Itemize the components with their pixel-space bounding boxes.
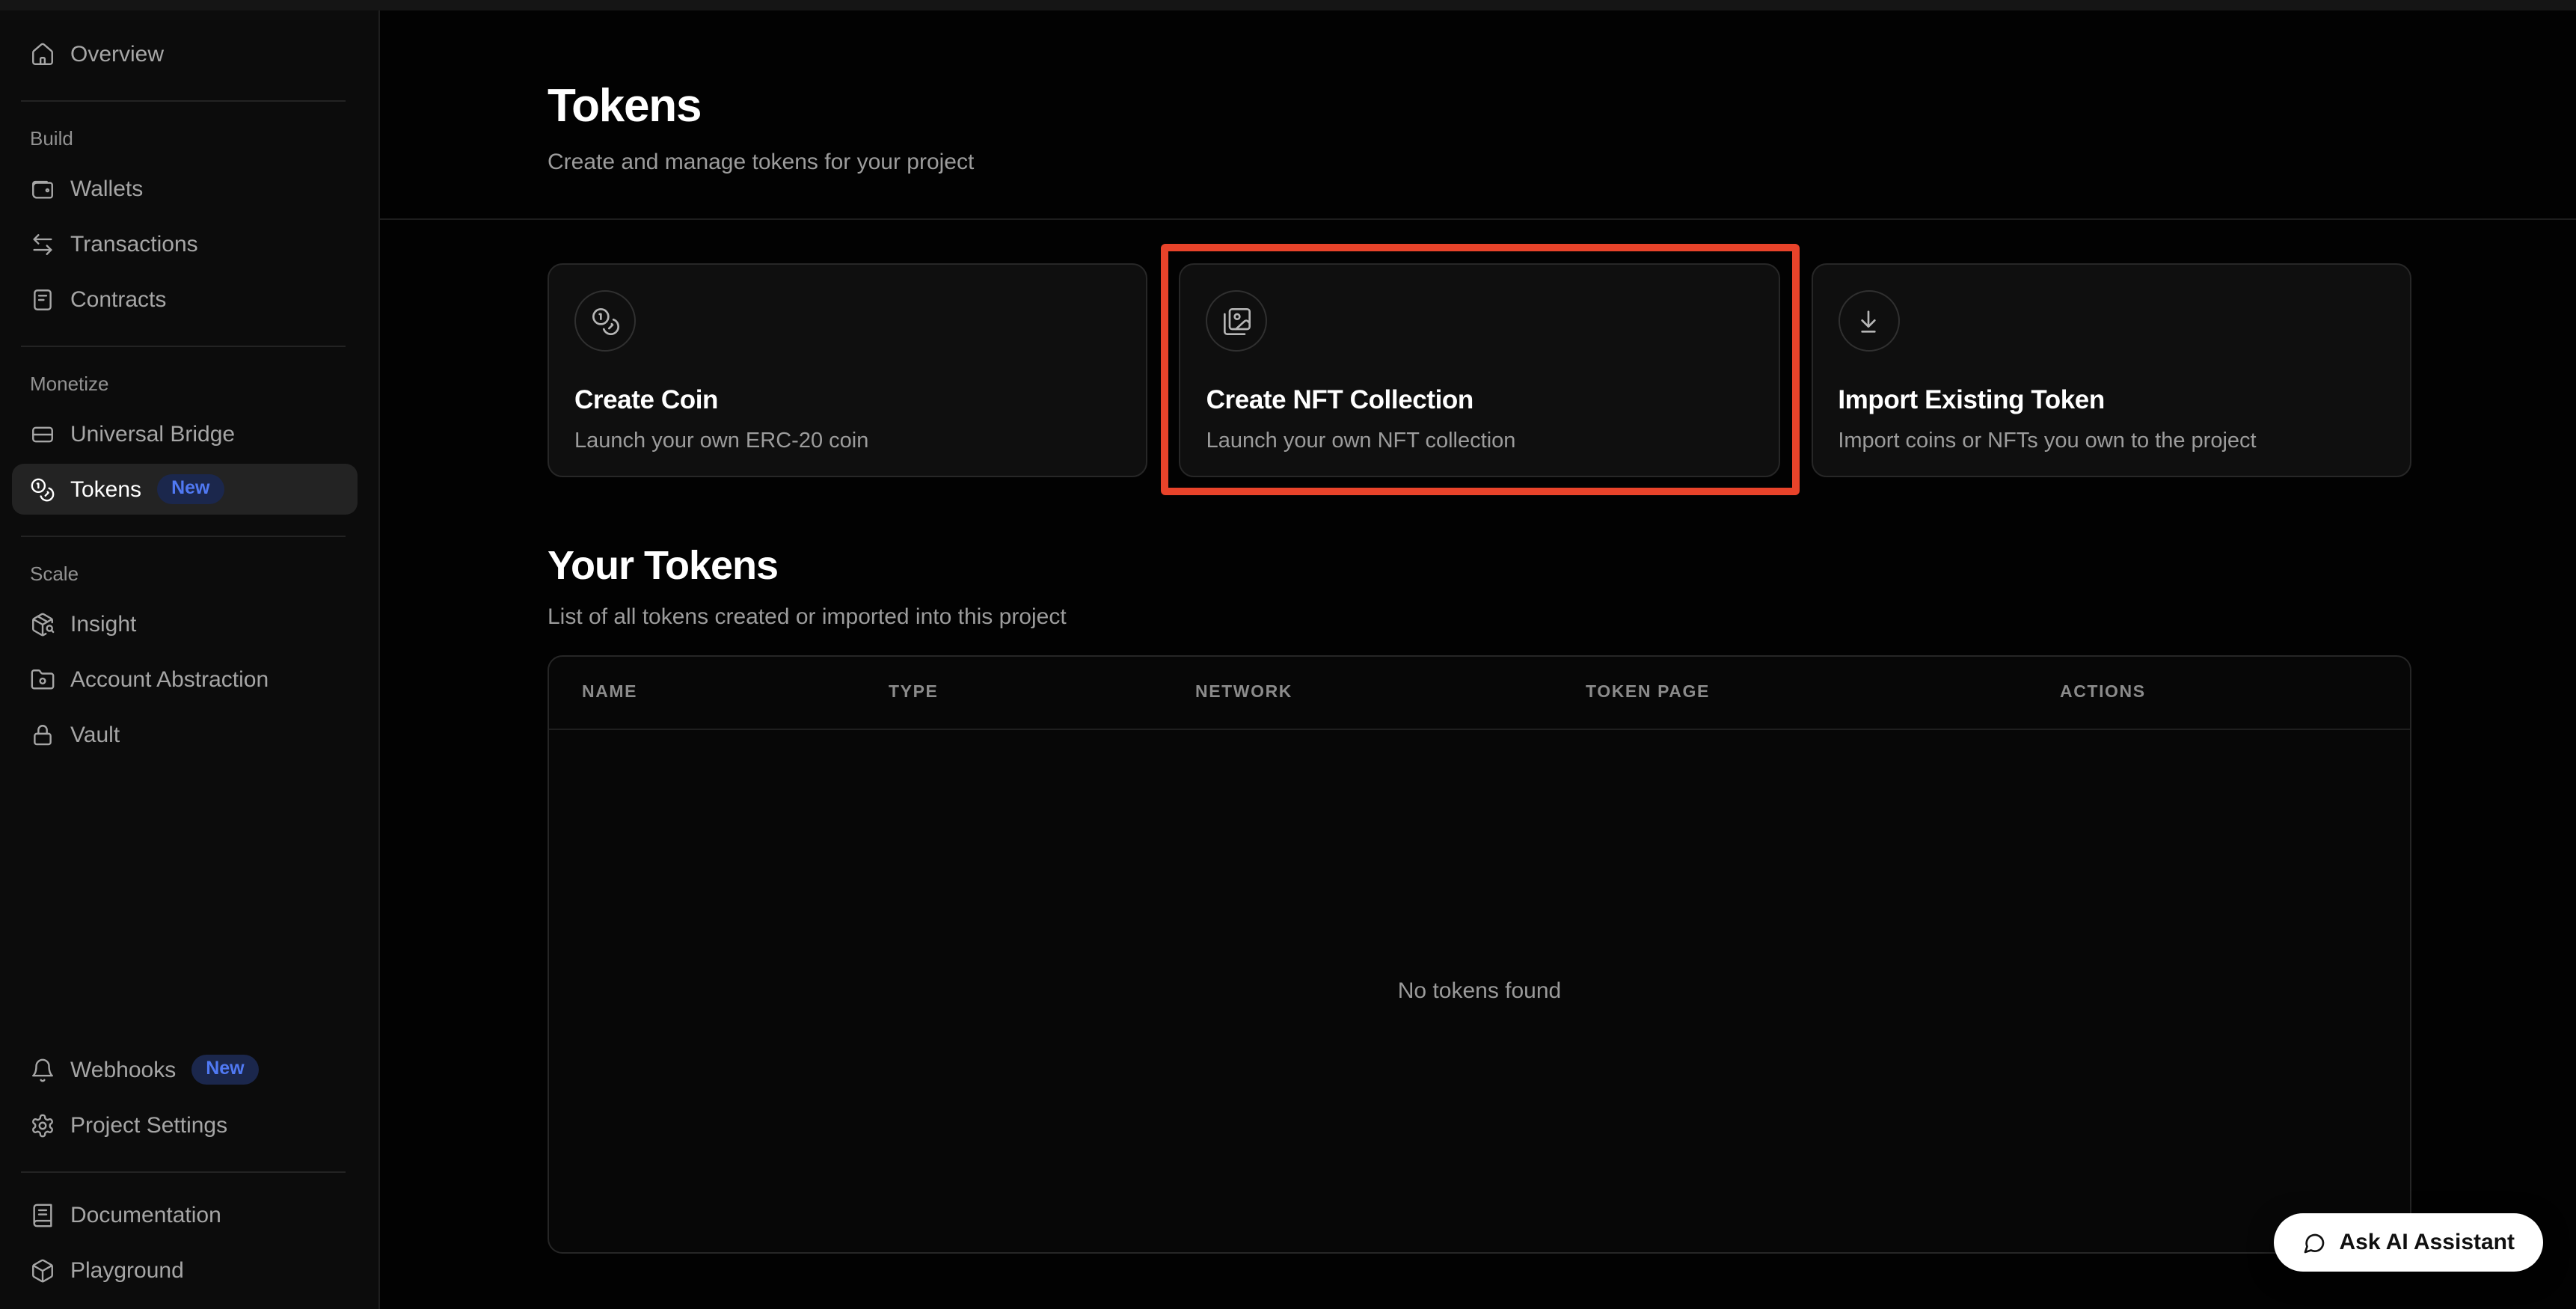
your-tokens-header: Your Tokens List of all tokens created o… bbox=[548, 543, 2411, 630]
card-subtitle: Launch your own ERC-20 coin bbox=[574, 429, 1121, 453]
home-icon bbox=[30, 41, 55, 67]
sidebar-item-wallets[interactable]: Wallets bbox=[12, 163, 358, 214]
page-header: Tokens Create and manage tokens for your… bbox=[380, 10, 2576, 220]
sidebar-item-label: Transactions bbox=[70, 231, 198, 257]
column-header-type: TYPE bbox=[856, 684, 1162, 702]
create-nft-collection-card[interactable]: Create NFT Collection Launch your own NF… bbox=[1180, 263, 1780, 477]
card-title: Create Coin bbox=[574, 384, 1121, 416]
sidebar-item-label: Account Abstraction bbox=[70, 666, 269, 692]
card-subtitle: Import coins or NFTs you own to the proj… bbox=[1838, 429, 2385, 453]
card-subtitle: Launch your own NFT collection bbox=[1206, 429, 1753, 453]
bridge-card-icon bbox=[30, 421, 55, 447]
sidebar-item-contracts[interactable]: Contracts bbox=[12, 274, 358, 325]
sidebar-item-playground[interactable]: Playground bbox=[12, 1245, 358, 1296]
folder-icon bbox=[30, 666, 55, 692]
your-tokens-title: Your Tokens bbox=[548, 543, 2411, 589]
sidebar-item-label: Playground bbox=[70, 1257, 184, 1283]
sidebar: Overview Build Wallets Transactions bbox=[0, 10, 380, 1309]
sidebar-divider bbox=[21, 346, 346, 347]
coins-icon bbox=[574, 290, 636, 352]
app-window: Overview Build Wallets Transactions bbox=[0, 0, 2576, 1309]
sidebar-item-project-settings[interactable]: Project Settings bbox=[12, 1100, 358, 1150]
tokens-table-header: NAME TYPE NETWORK TOKEN PAGE ACTIONS bbox=[549, 657, 2410, 730]
import-existing-token-card[interactable]: Import Existing Token Import coins or NF… bbox=[1811, 263, 2411, 477]
page-subtitle: Create and manage tokens for your projec… bbox=[548, 150, 2411, 175]
sidebar-divider bbox=[21, 536, 346, 537]
lock-icon bbox=[30, 722, 55, 747]
main-content: Tokens Create and manage tokens for your… bbox=[380, 10, 2576, 1309]
chat-bubble-icon bbox=[2301, 1230, 2325, 1254]
column-header-token-page: TOKEN PAGE bbox=[1553, 684, 2027, 702]
sidebar-item-universal-bridge[interactable]: Universal Bridge bbox=[12, 408, 358, 459]
coins-icon bbox=[30, 476, 55, 502]
sidebar-section-build: Build bbox=[12, 118, 358, 163]
sidebar-item-vault[interactable]: Vault bbox=[12, 709, 358, 760]
wallet-icon bbox=[30, 176, 55, 201]
sidebar-item-label: Contracts bbox=[70, 286, 166, 312]
sidebar-item-label: Vault bbox=[70, 722, 120, 747]
sidebar-divider bbox=[21, 100, 346, 102]
sidebar-item-label: Universal Bridge bbox=[70, 421, 235, 447]
column-header-name: NAME bbox=[549, 684, 856, 702]
action-cards-row: Create Coin Launch your own ERC-20 coin … bbox=[548, 263, 2411, 477]
new-badge: New bbox=[191, 1054, 259, 1085]
sidebar-item-label: Overview bbox=[70, 41, 164, 67]
tokens-table-body: No tokens found bbox=[549, 730, 2410, 1252]
empty-state-text: No tokens found bbox=[1398, 978, 1562, 1004]
package-search-icon bbox=[30, 611, 55, 637]
sidebar-section-monetize: Monetize bbox=[12, 364, 358, 408]
arrows-left-right-icon bbox=[30, 231, 55, 257]
sidebar-spacer bbox=[12, 764, 358, 1044]
page-title: Tokens bbox=[548, 79, 2411, 133]
sidebar-divider bbox=[21, 1171, 346, 1173]
sidebar-item-label: Documentation bbox=[70, 1202, 221, 1227]
ask-ai-assistant-label: Ask AI Assistant bbox=[2339, 1230, 2515, 1255]
sidebar-item-label: Insight bbox=[70, 611, 136, 637]
column-header-actions: ACTIONS bbox=[2027, 684, 2410, 702]
card-title: Import Existing Token bbox=[1838, 384, 2385, 416]
sidebar-item-insight[interactable]: Insight bbox=[12, 598, 358, 649]
sidebar-section-scale: Scale bbox=[12, 554, 358, 598]
cube-icon bbox=[30, 1257, 55, 1283]
contract-file-icon bbox=[30, 286, 55, 312]
sidebar-item-label: Tokens bbox=[70, 476, 141, 502]
window-top-strip bbox=[0, 0, 2576, 10]
sidebar-item-transactions[interactable]: Transactions bbox=[12, 218, 358, 269]
bell-icon bbox=[30, 1057, 55, 1082]
sidebar-item-documentation[interactable]: Documentation bbox=[12, 1189, 358, 1240]
sidebar-item-tokens[interactable]: Tokens New bbox=[12, 464, 358, 515]
images-icon bbox=[1206, 290, 1268, 352]
sidebar-item-account-abstraction[interactable]: Account Abstraction bbox=[12, 654, 358, 705]
sidebar-item-overview[interactable]: Overview bbox=[12, 28, 358, 79]
your-tokens-subtitle: List of all tokens created or imported i… bbox=[548, 604, 2411, 630]
create-coin-card[interactable]: Create Coin Launch your own ERC-20 coin bbox=[548, 263, 1148, 477]
sidebar-item-label: Wallets bbox=[70, 176, 143, 201]
sidebar-item-label: Webhooks bbox=[70, 1057, 176, 1082]
new-badge: New bbox=[156, 473, 224, 504]
sidebar-item-label: Project Settings bbox=[70, 1112, 227, 1138]
gear-icon bbox=[30, 1112, 55, 1138]
book-icon bbox=[30, 1202, 55, 1227]
download-icon bbox=[1838, 290, 1899, 352]
tokens-table: NAME TYPE NETWORK TOKEN PAGE ACTIONS No … bbox=[548, 655, 2411, 1254]
column-header-network: NETWORK bbox=[1162, 684, 1553, 702]
ask-ai-assistant-button[interactable]: Ask AI Assistant bbox=[2273, 1213, 2543, 1272]
card-title: Create NFT Collection bbox=[1206, 384, 1753, 416]
sidebar-item-webhooks[interactable]: Webhooks New bbox=[12, 1044, 358, 1095]
